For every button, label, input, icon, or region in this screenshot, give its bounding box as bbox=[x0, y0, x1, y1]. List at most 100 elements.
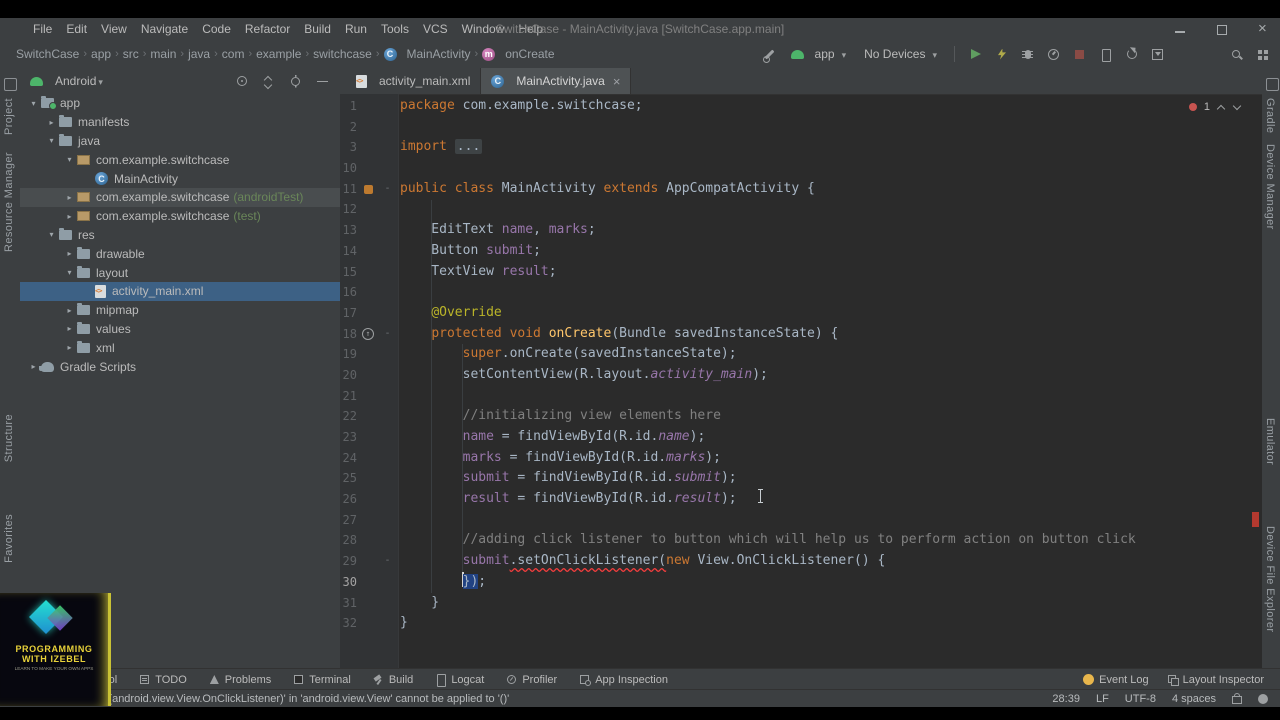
code-line[interactable]: 16 bbox=[340, 282, 1262, 303]
tree-item-com-example-switchcase-test[interactable]: ▸ com.example.switchcase (test) bbox=[20, 207, 340, 226]
menu-run[interactable]: Run bbox=[338, 22, 374, 36]
inspections-level-icon[interactable] bbox=[1258, 693, 1268, 704]
toolwindow-button-layout-inspector[interactable]: Layout Inspector bbox=[1167, 674, 1264, 686]
code-line[interactable]: 17 @Override bbox=[340, 303, 1262, 324]
code-line[interactable]: 15 TextView result; bbox=[340, 262, 1262, 283]
tree-item-drawable[interactable]: ▸ drawable bbox=[20, 244, 340, 263]
toolwindow-button-build[interactable]: Build bbox=[373, 674, 413, 686]
line-number[interactable]: 24 bbox=[340, 448, 357, 469]
run-config-selector[interactable]: app bbox=[787, 45, 851, 63]
inspections-widget[interactable]: 1 bbox=[1188, 101, 1242, 113]
code-line[interactable]: 30 }); bbox=[340, 571, 1262, 593]
tree-item-res[interactable]: ▾ res bbox=[20, 226, 340, 245]
status-item-lf[interactable]: LF bbox=[1096, 693, 1109, 705]
device-manager-icon[interactable] bbox=[1098, 47, 1113, 62]
line-number[interactable]: 23 bbox=[340, 427, 357, 448]
sdk-manager-icon[interactable] bbox=[1150, 47, 1165, 62]
menu-view[interactable]: View bbox=[94, 22, 134, 36]
stripe-project[interactable]: Project bbox=[3, 98, 15, 135]
stop-icon[interactable] bbox=[1072, 47, 1087, 62]
project-stripe-icon[interactable] bbox=[4, 78, 17, 91]
status-item-28-39[interactable]: 28:39 bbox=[1052, 693, 1080, 705]
line-number[interactable]: 25 bbox=[340, 468, 357, 489]
line-number[interactable]: 27 bbox=[340, 510, 357, 531]
tree-closed-arrow-icon[interactable]: ▸ bbox=[62, 193, 77, 202]
menu-tools[interactable]: Tools bbox=[374, 22, 416, 36]
menu-refactor[interactable]: Refactor bbox=[238, 22, 297, 36]
code-line[interactable]: 1 package com.example.switchcase; bbox=[340, 96, 1262, 117]
stripe-structure[interactable]: Structure bbox=[3, 414, 15, 462]
tree-item-gradle-scripts[interactable]: ▸ Gradle Scripts bbox=[20, 357, 340, 376]
tree-open-arrow-icon[interactable]: ▾ bbox=[44, 230, 59, 239]
gradle-stripe-icon[interactable] bbox=[1266, 78, 1279, 91]
tab-mainactivity-java[interactable]: C MainActivity.java × bbox=[481, 68, 632, 94]
toolwindow-button-problems[interactable]: Problems bbox=[209, 674, 271, 686]
line-number[interactable]: 14 bbox=[340, 241, 357, 262]
menu-vcs[interactable]: VCS bbox=[416, 22, 455, 36]
toolwindow-button-logcat[interactable]: Logcat bbox=[435, 674, 484, 687]
tree-open-arrow-icon[interactable]: ▾ bbox=[44, 136, 59, 145]
tree-closed-arrow-icon[interactable]: ▸ bbox=[62, 343, 77, 352]
menu-build[interactable]: Build bbox=[297, 22, 338, 36]
line-number[interactable]: 13 bbox=[340, 220, 357, 241]
toolwindow-button-app-inspection[interactable]: App Inspection bbox=[579, 674, 668, 686]
code-line[interactable]: 24 marks = findViewById(R.id.marks); bbox=[340, 448, 1262, 469]
tree-item-layout[interactable]: ▾ layout bbox=[20, 263, 340, 282]
breadcrumb-item-com[interactable]: com bbox=[222, 47, 245, 61]
breadcrumb-item-example[interactable]: example bbox=[256, 47, 301, 61]
menu-edit[interactable]: Edit bbox=[59, 22, 94, 36]
stripe-gradle[interactable]: Gradle bbox=[1264, 98, 1276, 133]
tree-closed-arrow-icon[interactable]: ▸ bbox=[62, 324, 77, 333]
code-line[interactable]: 20 setContentView(R.layout.activity_main… bbox=[340, 365, 1262, 386]
menu-file[interactable]: File bbox=[26, 22, 59, 36]
breadcrumb-item-switchcase[interactable]: SwitchCase bbox=[16, 47, 79, 61]
code-line[interactable]: 22 //initializing view elements here bbox=[340, 406, 1262, 427]
line-number[interactable]: 17 bbox=[340, 303, 357, 324]
chevron-down-icon[interactable] bbox=[96, 74, 103, 88]
debug-icon[interactable] bbox=[1020, 47, 1035, 62]
wrench-icon[interactable] bbox=[762, 47, 777, 63]
line-number[interactable]: 10 bbox=[340, 158, 357, 179]
tree-item-values[interactable]: ▸ values bbox=[20, 320, 340, 339]
line-number[interactable]: 22 bbox=[340, 406, 357, 427]
chevron-down-icon[interactable] bbox=[1233, 103, 1242, 112]
device-selector[interactable]: No Devices bbox=[860, 45, 941, 63]
code-line[interactable]: 21 bbox=[340, 386, 1262, 407]
tree-item-java[interactable]: ▾ java bbox=[20, 132, 340, 151]
stripe-resource-manager[interactable]: Resource Manager bbox=[3, 152, 15, 252]
fold-indicator-icon[interactable]: - bbox=[379, 551, 396, 572]
tree-open-arrow-icon[interactable]: ▾ bbox=[26, 99, 41, 108]
line-number[interactable]: 18 bbox=[340, 324, 357, 345]
code-line[interactable]: 23 name = findViewById(R.id.name); bbox=[340, 427, 1262, 448]
tree-item-app[interactable]: ▾ app bbox=[20, 94, 340, 113]
code-line[interactable]: 12 bbox=[340, 199, 1262, 220]
tree-closed-arrow-icon[interactable]: ▸ bbox=[62, 212, 77, 221]
sync-icon[interactable] bbox=[1124, 47, 1139, 62]
line-number[interactable]: 19 bbox=[340, 344, 357, 365]
line-number[interactable]: 30 bbox=[340, 572, 357, 593]
code-line[interactable]: 18 - protected void onCreate(Bundle saved… bbox=[340, 324, 1262, 345]
tree-item-mainactivity[interactable]: C MainActivity bbox=[20, 169, 340, 188]
run-icon[interactable] bbox=[968, 47, 983, 62]
status-item-utf-8[interactable]: UTF-8 bbox=[1125, 693, 1156, 705]
code-line[interactable]: 11 - public class MainActivity extends App… bbox=[340, 179, 1262, 200]
tree-closed-arrow-icon[interactable]: ▸ bbox=[62, 249, 77, 258]
tree-open-arrow-icon[interactable]: ▾ bbox=[62, 155, 77, 164]
code-line[interactable]: 32} bbox=[340, 613, 1262, 634]
code-line[interactable]: 27 bbox=[340, 510, 1262, 531]
tree-item-activity-main-xml[interactable]: activity_main.xml bbox=[20, 281, 340, 301]
line-number[interactable]: 31 bbox=[340, 593, 357, 614]
tree-item-manifests[interactable]: ▸ manifests bbox=[20, 113, 340, 132]
tree-open-arrow-icon[interactable]: ▾ bbox=[62, 268, 77, 277]
code-line[interactable]: 31 } bbox=[340, 593, 1262, 614]
grid-icon[interactable] bbox=[1255, 47, 1270, 62]
fold-indicator-icon[interactable]: - bbox=[379, 324, 396, 345]
stripe-device-manager[interactable]: Device Manager bbox=[1264, 144, 1276, 230]
project-view-selector[interactable]: Android bbox=[55, 74, 96, 88]
menu-code[interactable]: Code bbox=[195, 22, 238, 36]
breadcrumb-item-java[interactable]: java bbox=[188, 47, 210, 61]
tab-close-icon[interactable]: × bbox=[613, 74, 621, 89]
tree-closed-arrow-icon[interactable]: ▸ bbox=[62, 306, 77, 315]
breadcrumb-item-switchcase[interactable]: switchcase bbox=[313, 47, 372, 61]
code-line[interactable]: 29 - submit.setOnClickListener(new View.O… bbox=[340, 551, 1262, 572]
